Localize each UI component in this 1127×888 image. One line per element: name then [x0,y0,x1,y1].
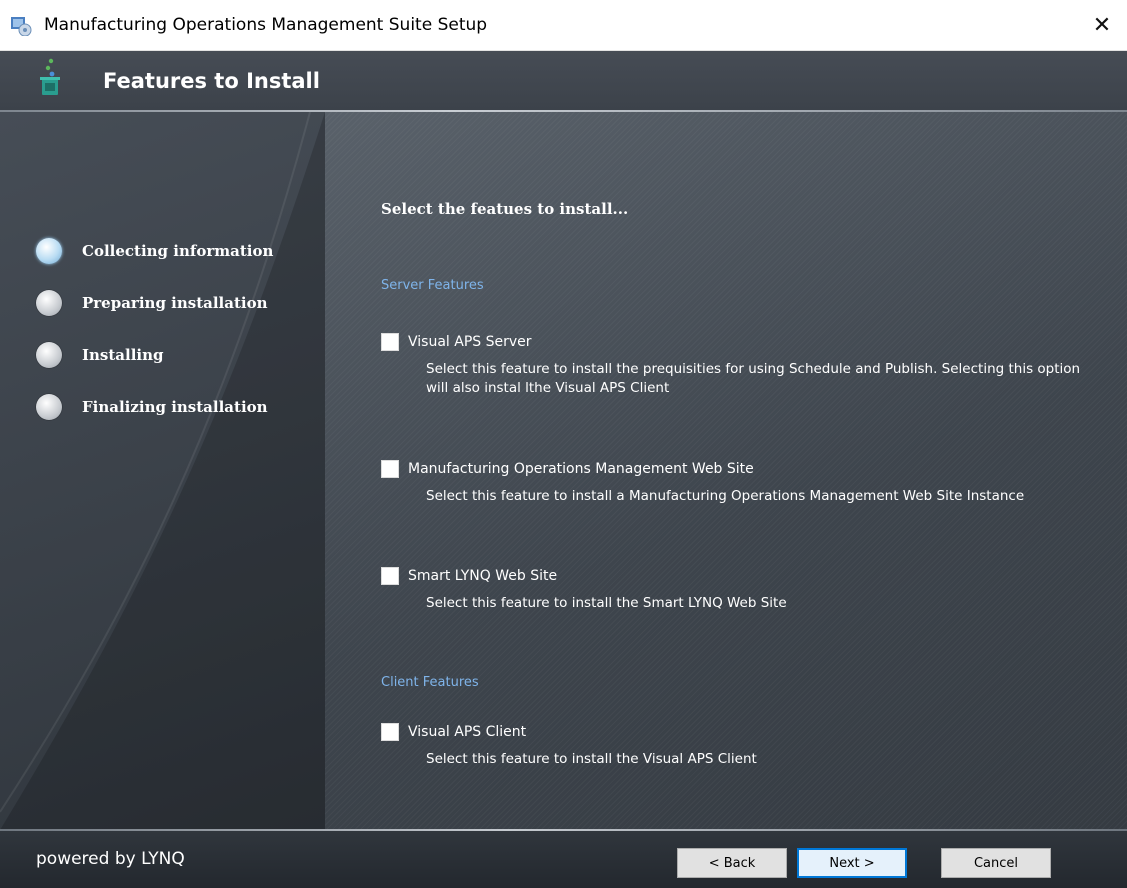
step-label: Collecting information [82,242,274,260]
smart-lynq-web-site-checkbox[interactable] [381,567,399,585]
step-label: Finalizing installation [82,398,268,416]
step-indicator-icon [36,290,62,316]
installer-package-icon [40,58,60,95]
window-title: Manufacturing Operations Management Suit… [44,15,488,35]
feature-mom-web-site: Manufacturing Operations Management Web … [381,460,1101,506]
close-button[interactable]: ✕ [1077,0,1127,50]
visual-aps-server-checkbox[interactable] [381,333,399,351]
sidebar-decoration [0,112,325,830]
cancel-button[interactable]: Cancel [941,848,1051,878]
footer-bar: powered by LYNQ < Back Next > Cancel [0,831,1127,888]
step-collecting-information: Collecting information [36,237,273,265]
next-button[interactable]: Next > [797,848,907,878]
header-banner: Features to Install [0,51,1127,111]
mom-web-site-checkbox[interactable] [381,460,399,478]
step-indicator-icon [36,342,62,368]
server-features-heading: Server Features [381,278,484,293]
feature-visual-aps-client: Visual APS Client Select this feature to… [381,723,1101,769]
step-preparing-installation: Preparing installation [36,289,268,317]
feature-name[interactable]: Manufacturing Operations Management Web … [408,461,754,477]
close-icon: ✕ [1092,12,1112,38]
step-active-indicator-icon [36,238,62,264]
feature-description: Select this feature to install the Visua… [426,751,757,767]
feature-description: Select this feature to install the prequ… [426,361,1081,396]
installer-app-icon [11,17,32,36]
step-label: Preparing installation [82,294,268,312]
step-installing: Installing [36,341,164,369]
feature-smart-lynq-web-site: Smart LYNQ Web Site Select this feature … [381,567,1101,613]
feature-description: Select this feature to install the Smart… [426,595,787,611]
feature-name[interactable]: Visual APS Server [408,334,532,350]
feature-name[interactable]: Smart LYNQ Web Site [408,568,557,584]
title-bar: Manufacturing Operations Management Suit… [0,0,1127,51]
step-finalizing-installation: Finalizing installation [36,393,268,421]
client-features-heading: Client Features [381,675,479,690]
instruction-text: Select the featues to install... [381,200,629,218]
step-indicator-icon [36,394,62,420]
step-label: Installing [82,346,164,364]
visual-aps-client-checkbox[interactable] [381,723,399,741]
back-button[interactable]: < Back [677,848,787,878]
page-title: Features to Install [103,69,320,93]
setup-window: Manufacturing Operations Management Suit… [0,0,1127,888]
feature-visual-aps-server: Visual APS Server Select this feature to… [381,333,1101,398]
feature-name[interactable]: Visual APS Client [408,724,526,740]
powered-by-text: powered by LYNQ [36,849,185,869]
progress-sidebar: Collecting information Preparing install… [0,112,325,830]
feature-description: Select this feature to install a Manufac… [426,488,1025,504]
feature-selection-panel: Select the featues to install... Server … [325,112,1127,830]
